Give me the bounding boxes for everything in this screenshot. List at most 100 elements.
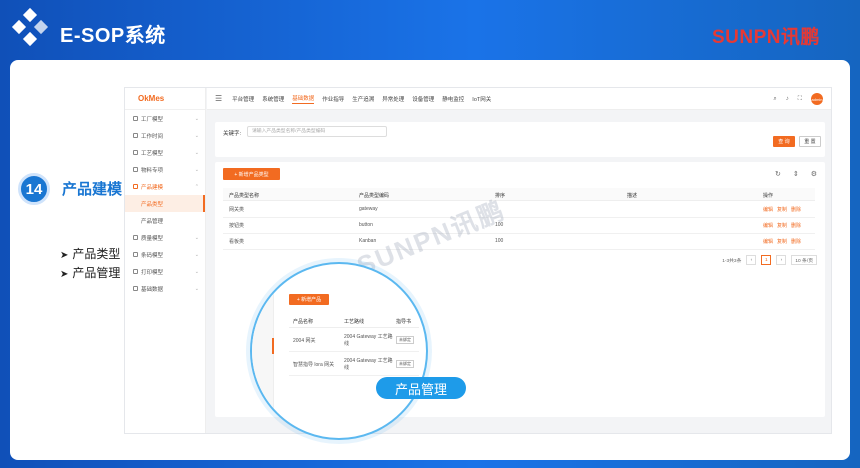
factory-icon [133,116,138,121]
bullet-item: ➤ 产品类型 [60,245,120,262]
avatar[interactable]: admin [811,93,823,105]
edit-link[interactable]: 编辑 [763,223,773,229]
copy-link[interactable]: 复制 [777,239,787,245]
menu-platform[interactable]: 平台管理 [232,95,254,103]
zoom-table-row: 2004 网关 2004 Gateway 工艺路线 未绑定 [289,330,419,352]
material-icon [133,167,138,172]
menu-iot[interactable]: IoT网关 [472,95,491,103]
menu-equipment[interactable]: 设备管理 [412,95,434,103]
menu-trace[interactable]: 生产追溯 [352,95,374,103]
unbound-tag[interactable]: 未绑定 [396,360,414,368]
table-header: 产品类型名称 产品类型编码 排序 描述 操作 [223,188,815,201]
sidebar-item-product-type[interactable]: 产品类型 [125,195,205,212]
edit-link[interactable]: 编辑 [763,207,773,213]
menu-basic-data[interactable]: 基础数据 [292,94,315,104]
page-number[interactable]: 1 [761,255,772,265]
edit-link[interactable]: 编辑 [763,239,773,245]
chevron-down-icon: ⌄ [194,115,199,122]
quality-icon [133,235,138,240]
prev-page-button[interactable]: ‹ [746,255,757,265]
brand-latin: SUNPN [711,27,781,48]
col-header: 操作 [763,193,774,199]
sidebar: OkMes 工厂模型 ⌄ 工作时间 ⌄ 工艺模型 ⌄ 物料专项 ⌄ 产品建模 ⌃ 产品类型… [125,88,206,433]
sidebar-item-print[interactable]: 打印模型 ⌄ [125,263,205,280]
col-header: 产品类型名称 [229,193,260,199]
sidebar-item-factory[interactable]: 工厂模型 ⌄ [125,110,205,127]
sidebar-item-product-modeling[interactable]: 产品建模 ⌃ [125,178,205,195]
sidebar-item-quality[interactable]: 质量模型 ⌄ [125,229,205,246]
chevron-up-icon: ⌃ [194,183,199,190]
delete-link[interactable]: 删除 [791,223,801,229]
collapse-menu-icon[interactable]: ☰ [215,94,222,103]
table-row: 看板类 Kanban 100 编辑 复制 删除 [223,234,815,250]
keyword-label: 关键字: [223,131,242,137]
menu-system[interactable]: 系统管理 [262,95,284,103]
next-page-button[interactable]: › [776,255,787,265]
arrow-icon: ➤ [60,250,69,261]
delete-link[interactable]: 删除 [791,207,801,213]
print-icon [133,269,138,274]
brand-cn: 讯鹏 [780,27,820,48]
sidebar-item-process[interactable]: 工艺模型 ⌄ [125,144,205,161]
step-number-badge: 14 [18,173,50,205]
chevron-down-icon: ⌄ [194,285,199,292]
menu-esd[interactable]: 静电监控 [442,95,464,103]
column-height-icon[interactable]: ⇕ [793,170,799,178]
chevron-down-icon: ⌄ [194,268,199,275]
barcode-icon [133,252,138,257]
copy-link[interactable]: 复制 [777,207,787,213]
arrow-icon: ➤ [60,269,69,280]
sidebar-item-barcode[interactable]: 条码模型 ⌄ [125,246,205,263]
copy-link[interactable]: 复制 [777,223,787,229]
search-icon[interactable]: ⌕ [773,96,776,103]
chevron-down-icon: ⌄ [194,166,199,173]
chevron-down-icon: ⌄ [194,149,199,156]
page-size-select[interactable]: 10 条/页 [791,255,817,265]
zoom-table-header: 产品名称 工艺路线 指导书 [289,314,419,328]
bullet-label: 产品类型 [72,247,121,261]
zoom-table-row: 智慧指导 lora 网关 2004 Gateway 工艺路线 未绑定 [289,354,419,376]
app-screenshot: OkMes 工厂模型 ⌄ 工作时间 ⌄ 工艺模型 ⌄ 物料专项 ⌄ 产品建模 ⌃ 产品类型… [124,87,832,434]
pagination: 1-3共3条 ‹ 1 › 10 条/页 [722,255,817,265]
unbound-tag[interactable]: 未绑定 [396,336,414,344]
add-product-button[interactable]: + 新增产品 [289,294,329,305]
menu-guidance[interactable]: 作业指导 [322,95,344,103]
keyword-input[interactable]: 请输入产品类型名称/产品类型编码 [247,126,387,137]
table-row: 网关类 gateway 编辑 复制 删除 [223,202,815,218]
delete-link[interactable]: 删除 [791,239,801,245]
sidebar-brand: OkMes [125,88,205,110]
table-tools: ↻ ⇕ ⚙ [775,170,817,178]
col-header: 产品类型编码 [359,193,390,199]
query-button[interactable]: 查 询 [773,136,795,147]
sidebar-item-material[interactable]: 物料专项 ⌄ [125,161,205,178]
zoom-magnifier: + 新增产品 产品名称 工艺路线 指导书 2004 网关 2004 Gatewa… [250,262,428,440]
sidebar-item-worktime[interactable]: 工作时间 ⌄ [125,127,205,144]
menu-exception[interactable]: 异常处理 [382,95,404,103]
sidebar-item-product-manage[interactable]: 产品管理 [125,212,205,229]
table-row: 按钮类 button 100 编辑 复制 删除 [223,218,815,234]
bullet-label: 产品管理 [72,266,121,280]
bullet-item: ➤ 产品管理 [60,264,120,281]
clock-icon [133,133,138,138]
settings-icon[interactable]: ⚙ [811,170,817,178]
header-icons: ⌕ ♪ ⛶ admin [773,93,823,105]
title-bar: E-SOP系统 SUNPN讯鹏 [0,0,860,60]
chevron-down-icon: ⌄ [194,132,199,139]
product-icon [133,184,138,189]
col-header: 描述 [627,193,638,199]
data-icon [133,286,138,291]
product-manage-label: 产品管理 [376,377,466,399]
sidebar-item-basic-data[interactable]: 基础数据 ⌄ [125,280,205,297]
top-menu-bar: ☰ 平台管理 系统管理 基础数据 作业指导 生产追溯 异常处理 设备管理 静电监… [207,88,831,110]
process-icon [133,150,138,155]
fullscreen-icon[interactable]: ⛶ [798,96,802,103]
logo-diamonds-icon [8,7,52,52]
bell-icon[interactable]: ♪ [786,96,789,102]
zoom-active-indicator [272,338,274,354]
step-title: 产品建模 [62,181,123,198]
add-product-type-button[interactable]: + 新增产品类型 [223,168,280,180]
reset-button[interactable]: 重 置 [799,136,821,147]
refresh-icon[interactable]: ↻ [775,170,781,178]
page-summary: 1-3共3条 [722,258,742,264]
app-title: E-SOP系统 [60,25,166,47]
